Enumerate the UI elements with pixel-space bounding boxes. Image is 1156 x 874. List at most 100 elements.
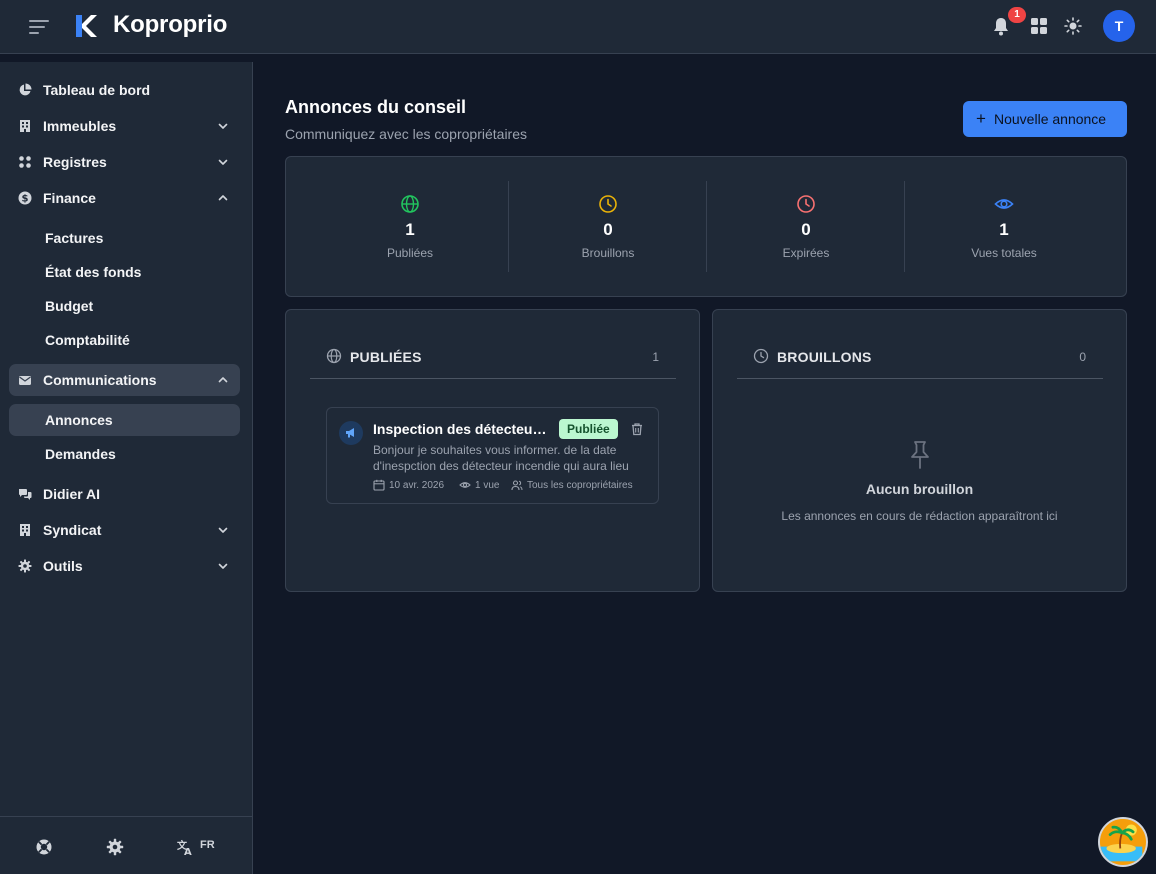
announcement-title[interactable]: Inspection des détecteurs incendie (373, 421, 551, 437)
chevron-down-icon (218, 563, 228, 569)
beach-island-icon (1100, 819, 1143, 862)
mail-icon (19, 376, 31, 385)
dollar-circle-icon: $ (18, 191, 32, 205)
building-icon (20, 120, 30, 132)
stats-card: 1 Publiées 0 Brouillons 0 Expirées 1 Vue… (285, 156, 1127, 297)
panel-divider (737, 378, 1103, 379)
sidebar-item-communications[interactable]: Communications (9, 364, 240, 396)
stat-value: 0 (801, 220, 811, 239)
empty-state-title: Aucun brouillon (865, 481, 974, 497)
svg-text:$: $ (22, 194, 29, 205)
globe-icon (401, 195, 419, 213)
trash-icon[interactable] (630, 422, 644, 436)
drafts-panel: BROUILLONS 0 Aucun brouillon Les annonce… (712, 309, 1127, 592)
clock-icon (797, 195, 815, 213)
sidebar-item-label: Outils (43, 558, 83, 574)
sidebar-item-label: Tableau de bord (43, 82, 151, 98)
sidebar-item-label: Finance (43, 190, 96, 206)
announcement-card[interactable]: Inspection des détecteurs incendie Publi… (326, 407, 659, 504)
sidebar-item-label: Annonces (45, 412, 113, 428)
sidebar-item-label: Demandes (45, 446, 116, 462)
translate-icon[interactable]: 文 A (176, 838, 194, 856)
language-code[interactable]: FR (200, 839, 215, 851)
sidebar-item-factures[interactable]: Factures (9, 222, 240, 254)
panel-count: 0 (1079, 350, 1086, 364)
stat-value: 1 (999, 220, 1009, 239)
empty-state-subtitle: Les annonces en cours de rédaction appar… (781, 509, 1058, 523)
globe-icon (326, 348, 342, 364)
dots-grid-icon (19, 156, 31, 168)
sidebar-item-didier-ai[interactable]: Didier AI (9, 478, 240, 510)
settings-gear-icon[interactable] (106, 838, 124, 856)
sidebar-item-label: Immeubles (43, 118, 117, 134)
sidebar: Tableau de bord Immeubles Registres $ Fi… (0, 62, 253, 874)
stat-label: Publiées (386, 246, 434, 260)
svg-text:A: A (184, 847, 192, 856)
sidebar-item-label: Comptabilité (45, 332, 130, 348)
sidebar-item-comptabilite[interactable]: Comptabilité (9, 324, 240, 356)
sidebar-item-demandes[interactable]: Demandes (9, 438, 240, 470)
top-bar: Koproprio 1 T (0, 0, 1156, 54)
chevron-down-icon (218, 123, 228, 129)
gear-icon (18, 559, 32, 573)
chevron-down-icon (218, 527, 228, 533)
stat-expired: 0 Expirées (707, 157, 905, 298)
brand-name[interactable]: Koproprio (113, 11, 227, 39)
published-panel: PUBLIÉES 1 Inspection des détecteurs inc… (285, 309, 700, 592)
stat-label: Expirées (782, 246, 830, 260)
sidebar-item-annonces[interactable]: Annonces (9, 404, 240, 436)
sidebar-item-budget[interactable]: Budget (9, 290, 240, 322)
sun-icon[interactable] (1062, 15, 1084, 37)
assistant-fab-button[interactable] (1098, 817, 1148, 867)
panel-divider (310, 378, 676, 379)
sidebar-item-outils[interactable]: Outils (9, 550, 240, 582)
sidebar-item-label: État des fonds (45, 264, 142, 280)
stat-drafts: 0 Brouillons (509, 157, 707, 298)
menu-icon[interactable] (28, 16, 50, 38)
stat-label: Vues totales (971, 246, 1037, 260)
sidebar-item-dashboard[interactable]: Tableau de bord (9, 74, 240, 106)
sidebar-item-immeubles[interactable]: Immeubles (9, 110, 240, 142)
calendar-icon (373, 479, 385, 491)
announcement-date: 10 avr. 2026 (389, 480, 445, 491)
page-subtitle: Communiquez avec les copropriétaires (285, 126, 527, 142)
new-announcement-button[interactable]: + Nouvelle annonce (963, 101, 1127, 137)
chat-bubbles-icon (19, 489, 32, 500)
plus-icon: + (976, 109, 986, 128)
notification-count-badge: 1 (1008, 7, 1026, 23)
page-title: Annonces du conseil (285, 97, 467, 117)
sidebar-item-finance[interactable]: $ Finance (9, 182, 240, 214)
stat-total-views: 1 Vues totales (905, 157, 1103, 298)
building-icon (20, 524, 30, 536)
sidebar-item-label: Communications (43, 372, 157, 388)
chevron-up-icon (218, 377, 228, 383)
sidebar-item-syndicat[interactable]: Syndicat (9, 514, 240, 546)
stat-label: Brouillons (581, 246, 635, 260)
chevron-down-icon (218, 159, 228, 165)
chevron-up-icon (218, 195, 228, 201)
panel-count: 1 (652, 350, 659, 364)
sidebar-item-etat-des-fonds[interactable]: État des fonds (9, 256, 240, 288)
apps-grid-icon[interactable] (1028, 15, 1050, 37)
users-icon (511, 480, 523, 491)
sidebar-footer: 文 A FR (0, 816, 252, 874)
pie-chart-icon (19, 83, 32, 96)
announcement-views: 1 vue (475, 480, 500, 491)
panel-title: PUBLIÉES (350, 349, 422, 365)
koproprio-logo-icon[interactable] (74, 12, 98, 40)
support-lifebuoy-icon[interactable] (35, 838, 53, 856)
sidebar-item-label: Factures (45, 230, 104, 246)
eye-icon (994, 199, 1014, 209)
user-avatar[interactable]: T (1103, 10, 1135, 42)
clock-icon (753, 348, 769, 364)
stat-value: 1 (405, 220, 415, 239)
stat-published: 1 Publiées (311, 157, 509, 298)
pin-icon (911, 441, 929, 469)
sidebar-item-registres[interactable]: Registres (9, 146, 240, 178)
announcement-audience: Tous les copropriétaires (527, 480, 633, 491)
announcement-body: Bonjour je souhaites vous informer. de l… (373, 443, 629, 473)
sidebar-item-label: Syndicat (43, 522, 102, 538)
button-label: Nouvelle annonce (994, 111, 1107, 127)
status-badge: Publiée (559, 419, 618, 439)
clock-icon (599, 195, 617, 213)
